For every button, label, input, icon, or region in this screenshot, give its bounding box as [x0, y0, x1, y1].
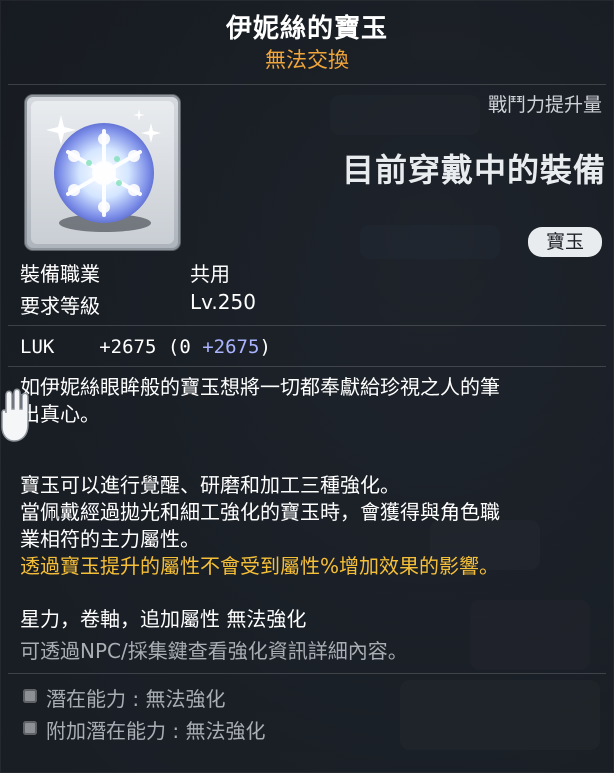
flavor-line: 如伊妮絲眼眸般的寶玉想將一切都奉獻給珍視之人的筆: [20, 375, 500, 399]
item-tooltip: 伊妮絲的寶玉 無法交換 戰鬥力提升量 目前穿戴中的裝備 寶玉 裝備職業 共用 要…: [0, 0, 614, 773]
item-name: 伊妮絲的寶玉: [225, 14, 388, 44]
bonus-potential-bullet-icon: [23, 721, 37, 735]
job-label: 裝備職業: [20, 262, 100, 286]
divider: [8, 84, 606, 85]
glove-hand-cursor-icon: [1, 388, 29, 442]
level-label: 要求等級: [20, 294, 100, 318]
flavor-line: 出真心。: [20, 402, 100, 426]
restriction-line: 星力，卷軸，追加屬性 無法強化: [20, 607, 307, 631]
stat-total: +2675: [99, 336, 157, 358]
item-icon-frame: [25, 95, 180, 250]
stat-bonus: +2675: [202, 336, 260, 358]
trade-status: 無法交換: [265, 48, 349, 72]
divider: [8, 366, 606, 367]
enhance-line: 業相符的主力屬性。: [20, 527, 200, 551]
bonus-potential-line: 附加潛在能力 : 無法強化: [46, 719, 266, 743]
stat-base: (0: [167, 336, 191, 358]
snowflake-jewel-icon: [46, 109, 161, 232]
stat-name: LUK: [20, 336, 55, 358]
stat-close: ): [259, 336, 271, 358]
potential-bullet-icon: [23, 689, 37, 703]
flavor-text: 如伊妮絲眼眸般的寶玉想將一切都奉獻給珍視之人的筆 出真心。: [20, 374, 610, 428]
npc-hint: 可透過NPC/採集鍵查看強化資訊詳細內容。: [20, 639, 408, 663]
item-icon-background: [31, 101, 174, 244]
warning-line: 透過寶玉提升的屬性不會受到屬性%增加效果的影響。: [20, 554, 500, 578]
level-value: Lv.250: [190, 290, 256, 314]
divider: [8, 325, 606, 326]
divider: [8, 673, 606, 674]
stat-line: LUK +2675 (0 +2675): [20, 336, 271, 358]
enhance-line: 當佩戴經過拋光和細工強化的寶玉時，會獲得與角色職: [20, 500, 500, 524]
enhance-line: 寶玉可以進行覺醒、研磨和加工三種強化。: [20, 473, 400, 497]
job-value: 共用: [190, 262, 230, 286]
combat-power-label: 戰鬥力提升量: [487, 94, 602, 116]
enhance-info: 寶玉可以進行覺醒、研磨和加工三種強化。 當佩戴經過拋光和細工強化的寶玉時，會獲得…: [20, 472, 610, 580]
combat-power-value: 目前穿戴中的裝備: [341, 151, 606, 189]
potential-line: 潛在能力 : 無法強化: [46, 687, 226, 711]
category-badge: 寶玉: [528, 227, 602, 257]
